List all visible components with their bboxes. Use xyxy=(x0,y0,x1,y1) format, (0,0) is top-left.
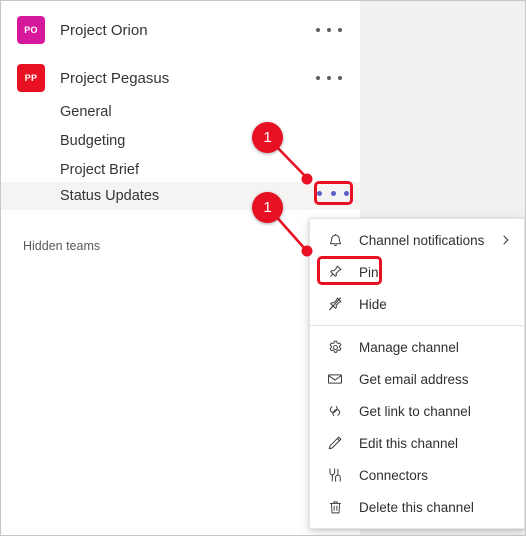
teams-channel-context-menu-screenshot: PO Project Orion PP Project Pegasus Gene… xyxy=(0,0,526,536)
pin-icon xyxy=(324,261,346,283)
ellipsis-icon[interactable] xyxy=(316,69,342,87)
channel-more-button[interactable] xyxy=(317,186,349,201)
channel-row-status-updates[interactable]: Status Updates xyxy=(1,182,360,210)
menu-item-label: Get link to channel xyxy=(359,403,471,419)
menu-item-channel-notifications[interactable]: Channel notifications xyxy=(310,224,524,256)
menu-item-hide[interactable]: Hide xyxy=(310,288,524,320)
envelope-icon xyxy=(324,368,346,390)
menu-item-label: Delete this channel xyxy=(359,499,474,515)
trash-icon xyxy=(324,496,346,518)
eye-off-icon xyxy=(324,293,346,315)
menu-item-delete-this-channel[interactable]: Delete this channel xyxy=(310,491,524,523)
menu-item-get-link-to-channel[interactable]: Get link to channel xyxy=(310,395,524,427)
team-name: Project Orion xyxy=(60,21,148,39)
hidden-teams-label[interactable]: Hidden teams xyxy=(23,239,100,253)
ellipsis-icon[interactable] xyxy=(316,21,342,39)
bell-icon xyxy=(324,229,346,251)
channel-name: Budgeting xyxy=(60,133,126,149)
callout-badge-1: 1 xyxy=(252,122,283,153)
gear-icon xyxy=(324,336,346,358)
team-name: Project Pegasus xyxy=(60,69,170,87)
teams-sidebar: PO Project Orion PP Project Pegasus Gene… xyxy=(1,1,360,535)
channel-name: Status Updates xyxy=(60,188,160,204)
chevron-right-icon xyxy=(500,234,511,247)
menu-item-manage-channel[interactable]: Manage channel xyxy=(310,331,524,363)
menu-item-edit-this-channel[interactable]: Edit this channel xyxy=(310,427,524,459)
menu-item-label: Channel notifications xyxy=(359,232,485,248)
menu-item-pin[interactable]: Pin xyxy=(310,256,524,288)
channel-row-budgeting[interactable]: Budgeting xyxy=(1,127,360,155)
channel-row-general[interactable]: General xyxy=(1,98,360,126)
channel-row-project-brief[interactable]: Project Brief xyxy=(1,156,360,184)
menu-item-label: Edit this channel xyxy=(359,435,459,451)
channel-context-menu: Channel notifications Pin Hide Manage ch… xyxy=(309,218,525,529)
menu-item-connectors[interactable]: Connectors xyxy=(310,459,524,491)
menu-item-get-email-address[interactable]: Get email address xyxy=(310,363,524,395)
pencil-icon xyxy=(324,432,346,454)
team-row-project-pegasus[interactable]: PP Project Pegasus xyxy=(1,56,360,100)
callout-number: 1 xyxy=(263,129,272,146)
channel-name: General xyxy=(60,104,112,120)
avatar: PO xyxy=(17,16,45,44)
avatar: PP xyxy=(17,64,45,92)
menu-separator xyxy=(310,325,524,326)
connectors-icon xyxy=(324,464,346,486)
link-icon xyxy=(324,400,346,422)
menu-item-label: Pin xyxy=(359,264,379,280)
menu-item-label: Get email address xyxy=(359,371,469,387)
callout-badge-2: 1 xyxy=(252,192,283,223)
team-row-project-orion[interactable]: PO Project Orion xyxy=(1,8,360,52)
menu-item-label: Connectors xyxy=(359,467,429,483)
menu-item-label: Hide xyxy=(359,296,387,312)
channel-name: Project Brief xyxy=(60,162,139,178)
callout-number: 1 xyxy=(263,199,272,216)
menu-item-label: Manage channel xyxy=(359,339,459,355)
